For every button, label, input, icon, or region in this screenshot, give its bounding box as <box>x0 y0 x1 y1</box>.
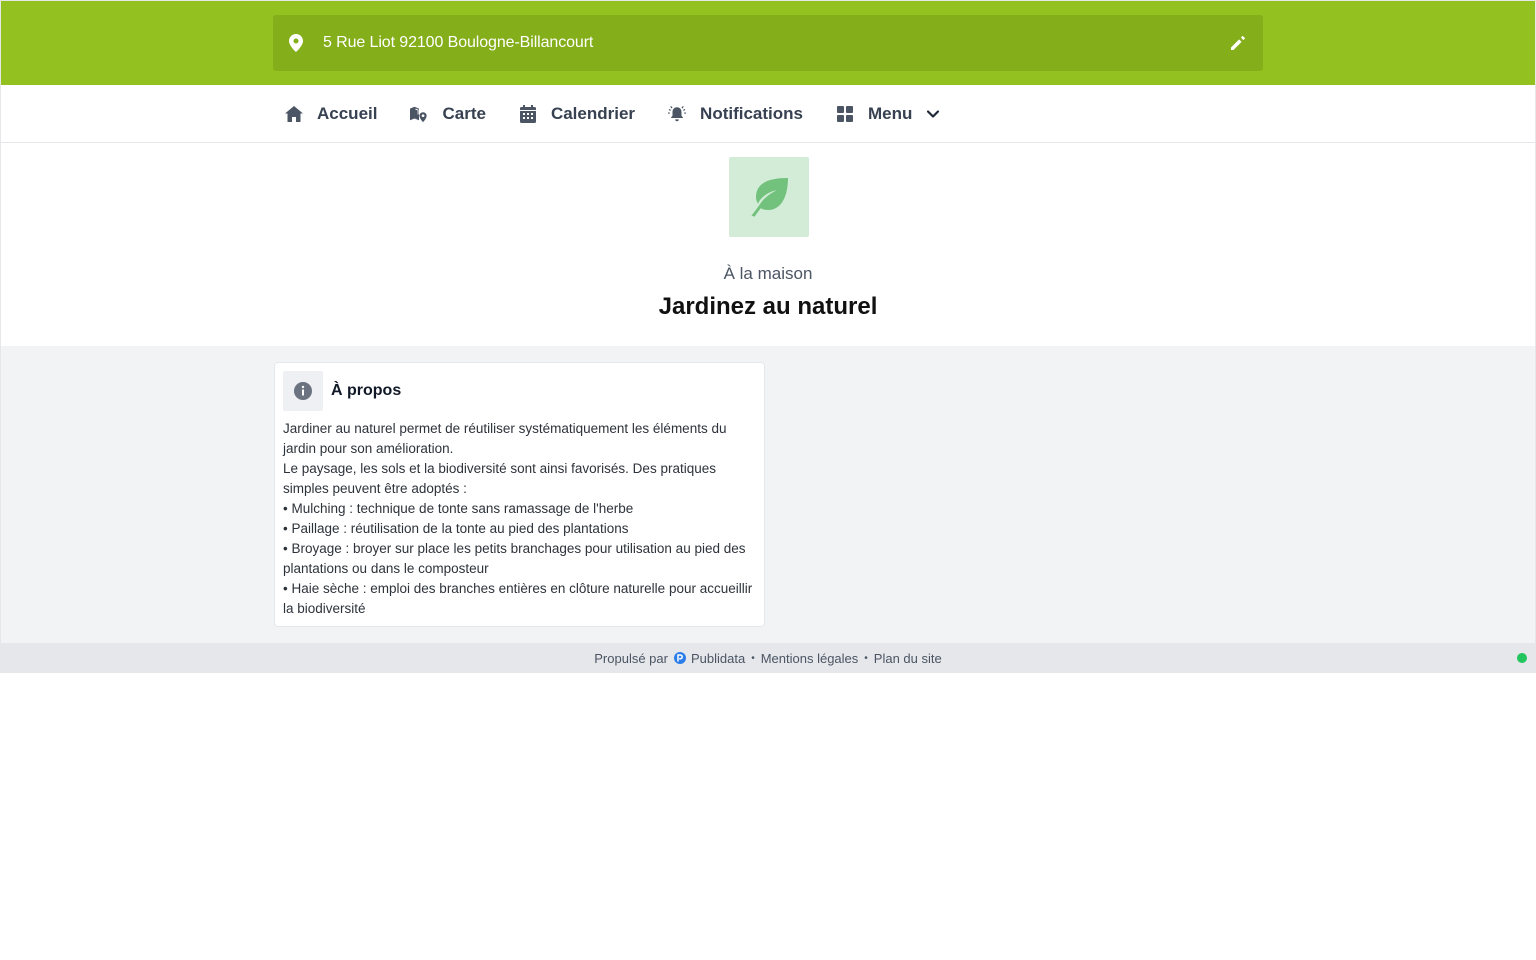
about-card-header: À propos <box>275 363 764 411</box>
nav-label: Accueil <box>317 103 378 123</box>
about-line: • Haie sèche : emploi des branches entiè… <box>283 581 753 616</box>
nav-label: Carte <box>442 103 486 123</box>
about-line: • Mulching : technique de tonte sans ram… <box>283 501 634 516</box>
footer: Propulsé par Publidata • Mentions légale… <box>1 643 1535 673</box>
nav-item-carte[interactable]: Carte <box>410 103 486 124</box>
legal-link[interactable]: Mentions légales <box>761 651 859 666</box>
pencil-icon[interactable] <box>1229 34 1247 52</box>
nav-label: Notifications <box>700 103 803 123</box>
grid-icon <box>836 105 854 123</box>
main-nav: Accueil Carte Calendrier Notifications M… <box>1 85 1535 143</box>
status-indicator <box>1517 653 1527 663</box>
hero-category: À la maison <box>723 264 813 283</box>
nav-item-notifications[interactable]: Notifications <box>668 104 803 124</box>
nav-item-menu[interactable]: Menu <box>836 104 940 124</box>
map-pin-icon <box>289 34 305 52</box>
publidata-link[interactable]: Publidata <box>673 650 746 666</box>
address-text: 5 Rue Liot 92100 Boulogne-Billancourt <box>323 34 594 51</box>
content-area: À propos Jardiner au naturel permet de r… <box>1 346 1535 643</box>
about-card: À propos Jardiner au naturel permet de r… <box>274 362 765 627</box>
publidata-label: Publidata <box>690 650 746 666</box>
about-title: À propos <box>331 382 402 399</box>
powered-by-text: Propulsé par <box>594 650 668 666</box>
chevron-down-icon <box>926 107 940 121</box>
page: 5 Rue Liot 92100 Boulogne-Billancourt Ac… <box>0 0 1536 673</box>
top-header: 5 Rue Liot 92100 Boulogne-Billancourt <box>1 1 1535 85</box>
leaf-icon <box>729 157 809 237</box>
nav-item-accueil[interactable]: Accueil <box>285 104 377 124</box>
info-icon <box>283 371 323 411</box>
sitemap-link[interactable]: Plan du site <box>874 651 942 666</box>
about-line: • Broyage : broyer sur place les petits … <box>283 541 746 576</box>
nav-item-calendrier[interactable]: Calendrier <box>519 104 635 124</box>
page-title: Jardinez au naturel <box>658 293 878 320</box>
home-icon <box>285 105 303 123</box>
about-line: Jardiner au naturel permet de réutiliser… <box>283 421 727 456</box>
footer-separator: • <box>864 652 868 664</box>
calendar-icon <box>519 104 537 123</box>
footer-separator: • <box>751 652 755 664</box>
nav-label: Menu <box>868 103 913 123</box>
about-line: Le paysage, les sols et la biodiversité … <box>283 461 716 496</box>
map-marker-icon <box>410 105 428 123</box>
about-line: • Paillage : réutilisation de la tonte a… <box>283 521 629 536</box>
publidata-logo-icon <box>673 652 686 664</box>
about-text: Jardiner au naturel permet de réutiliser… <box>275 411 764 619</box>
address-bar[interactable]: 5 Rue Liot 92100 Boulogne-Billancourt <box>273 15 1263 71</box>
bell-icon <box>668 105 687 123</box>
hero: À la maison Jardinez au naturel <box>1 143 1535 346</box>
nav-label: Calendrier <box>550 103 636 123</box>
